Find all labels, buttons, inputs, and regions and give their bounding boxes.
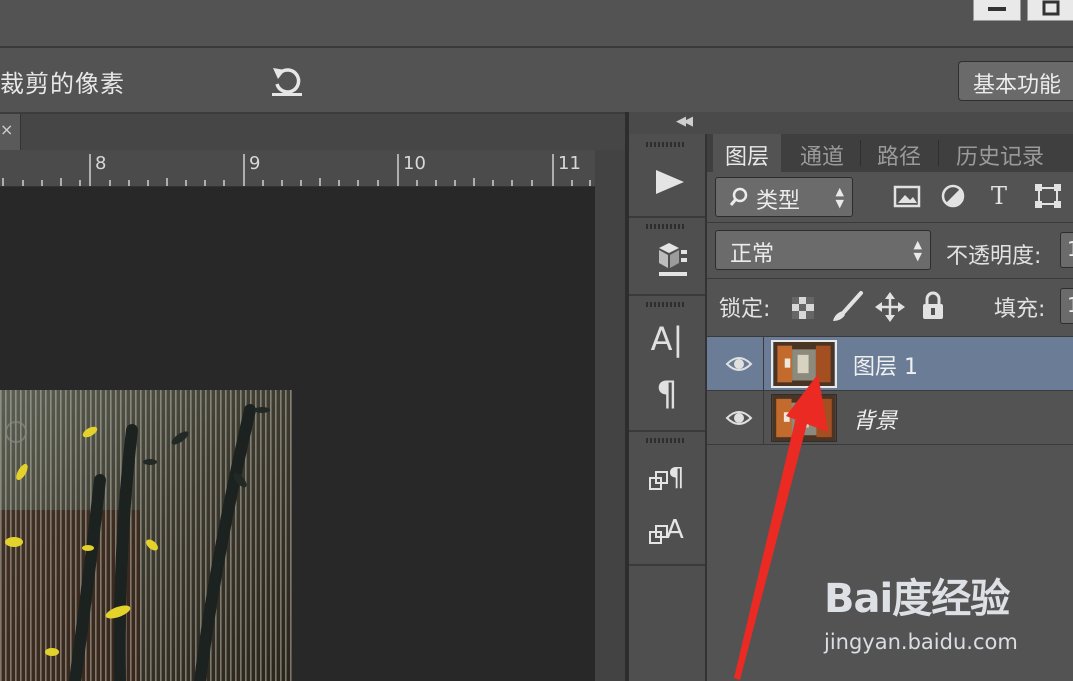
watermark-url: jingyan.baidu.com xyxy=(824,630,1018,654)
cube-icon xyxy=(659,243,687,276)
layer-name[interactable]: 图层 1 xyxy=(853,349,918,381)
filter-kind-label: 类型 xyxy=(756,189,801,214)
drag-grip[interactable] xyxy=(646,224,684,229)
minimize-button[interactable] xyxy=(973,0,1021,21)
image-icon xyxy=(893,185,921,208)
select-arrows-icon: ▲ ▼ xyxy=(835,185,844,210)
opacity-label: 不透明度: xyxy=(946,244,1042,269)
drag-grip[interactable] xyxy=(646,142,684,147)
tab-history[interactable]: 历史记录 xyxy=(940,134,1060,172)
character-panel-button[interactable]: A| xyxy=(639,320,695,364)
paragraph-styles-icon: ¶ xyxy=(649,463,685,493)
layer-name[interactable]: 背景 xyxy=(853,403,897,435)
3d-panel-button[interactable] xyxy=(639,238,695,282)
tab-layers[interactable]: 图层 xyxy=(713,134,781,172)
group-divider xyxy=(629,564,705,566)
opacity-input[interactable]: 1 xyxy=(1060,232,1073,268)
shape-transform-icon xyxy=(1035,184,1061,208)
drag-grip[interactable] xyxy=(646,302,684,307)
drag-grip[interactable] xyxy=(646,438,684,443)
row-divider xyxy=(707,278,1073,279)
dock-header xyxy=(629,112,1073,135)
character-styles-icon: A xyxy=(649,515,684,545)
maximize-button[interactable] xyxy=(1027,0,1073,21)
baidu-jingyan-watermark: Bai度经验 xyxy=(824,576,1010,622)
title-bar xyxy=(0,0,1073,48)
paragraph-panel-button[interactable]: ¶ xyxy=(639,374,695,418)
reset-rotate-icon[interactable] xyxy=(268,60,308,100)
document-image[interactable] xyxy=(0,390,292,681)
character-styles-button[interactable]: A xyxy=(639,508,695,552)
select-arrows-icon: ▲ ▼ xyxy=(913,238,922,263)
panel-icon-dock: A| ¶ ¶ A xyxy=(629,134,707,681)
tab-divider xyxy=(860,140,861,166)
tab-paths[interactable]: 路径 xyxy=(862,134,936,172)
blend-mode-value: 正常 xyxy=(730,242,775,267)
svg-text:¶: ¶ xyxy=(668,463,685,493)
adjustment-layer-filter-button[interactable] xyxy=(938,182,968,210)
group-divider xyxy=(629,216,705,218)
shape-layer-filter-button[interactable] xyxy=(1032,182,1064,210)
fill-input[interactable]: 1 xyxy=(1060,288,1073,324)
search-icon xyxy=(729,187,748,206)
type-t-icon: T xyxy=(990,182,1007,210)
close-tab-icon[interactable]: × xyxy=(0,120,13,139)
fill-label: 填充: xyxy=(994,297,1046,322)
minimize-icon xyxy=(988,7,1006,11)
lock-position-icon[interactable] xyxy=(874,291,906,323)
type-layer-filter-button[interactable]: T xyxy=(984,182,1014,210)
workspace-switcher-button[interactable]: 基本功能 xyxy=(958,61,1073,101)
tab-divider xyxy=(938,140,939,166)
pixel-layer-filter-button[interactable] xyxy=(892,182,922,210)
maximize-icon xyxy=(1042,0,1060,16)
half-circle-icon xyxy=(941,184,965,208)
collapse-panels-icon[interactable]: ◀◀ xyxy=(676,114,693,129)
play-icon xyxy=(656,170,684,194)
blend-mode-select[interactable]: 正常 ▲ ▼ xyxy=(715,230,931,270)
layer-filter-kind-select[interactable]: 类型 ▲ ▼ xyxy=(715,177,853,217)
lock-transparent-pixels-icon[interactable] xyxy=(790,295,816,321)
tab-channels[interactable]: 通道 xyxy=(786,134,858,172)
ruler-tick-label: 11 xyxy=(558,153,581,174)
ruler-tick-label: 9 xyxy=(249,153,261,174)
options-bar xyxy=(0,48,1073,114)
group-divider xyxy=(629,430,705,432)
character-icon: A| xyxy=(650,320,684,358)
lock-all-icon[interactable] xyxy=(920,290,946,322)
svg-text:A: A xyxy=(666,515,684,545)
lock-label: 锁定: xyxy=(719,297,771,322)
delete-cropped-pixels-label[interactable]: 裁剪的像素 xyxy=(0,64,125,99)
ruler-tick-label: 8 xyxy=(95,153,107,174)
document-tab-strip xyxy=(0,114,625,150)
actions-play-button[interactable] xyxy=(639,160,695,204)
horizontal-ruler: 8 9 10 11 xyxy=(0,150,595,187)
paragraph-styles-button[interactable]: ¶ xyxy=(639,454,695,498)
row-divider xyxy=(707,222,1073,223)
group-divider xyxy=(629,294,705,296)
ruler-tick-label: 10 xyxy=(403,153,426,174)
red-annotation-arrow xyxy=(734,374,828,680)
paragraph-icon: ¶ xyxy=(656,374,678,414)
vertical-scrollbar[interactable] xyxy=(595,150,625,681)
lock-image-pixels-icon[interactable] xyxy=(830,290,864,324)
